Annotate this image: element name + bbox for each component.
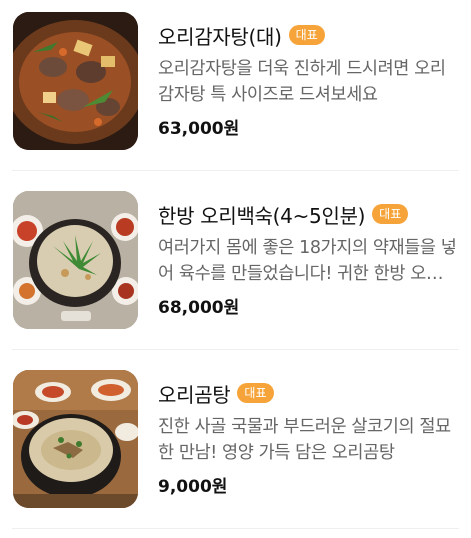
divider xyxy=(12,349,459,350)
duck-potato-stew-photo[interactable] xyxy=(13,12,138,150)
menu-item-info: 오리곰탕 대표 진한 사골 국물과 부드러운 살코기의 절묘한 만남! 영양 가… xyxy=(158,378,458,498)
menu-item[interactable]: 오리감자탕(대) 대표 오리감자탕을 더욱 진하게 드시려면 오리감자탕 특 사… xyxy=(0,0,471,178)
menu-item-name: 오리감자탕(대) xyxy=(158,24,282,49)
menu-item-price: 68,000원 xyxy=(158,298,240,318)
signature-badge: 대표 xyxy=(288,25,325,45)
menu-item-info: 한방 오리백숙(4~5인분) 대표 여러가지 몸에 좋은 18가지의 약재들을 … xyxy=(158,199,458,319)
duck-bone-soup-photo[interactable] xyxy=(13,370,138,508)
menu-item[interactable]: 오리곰탕 대표 진한 사골 국물과 부드러운 살코기의 절묘한 만남! 영양 가… xyxy=(0,358,471,536)
menu-item-info: 오리감자탕(대) 대표 오리감자탕을 더욱 진하게 드시려면 오리감자탕 특 사… xyxy=(158,20,458,140)
signature-badge: 대표 xyxy=(237,383,274,403)
menu-item-description: 진한 사골 국물과 부드러운 살코기의 절묘한 만남! 영양 가득 담은 오리곰… xyxy=(158,417,451,463)
menu-item-name: 한방 오리백숙(4~5인분) xyxy=(158,203,366,228)
menu-item-description: 여러가지 몸에 좋은 18가지의 약재들을 넣어 육수를 만들었습니다! 귀한 … xyxy=(158,238,458,284)
menu-item-description: 오리감자탕을 더욱 진하게 드시려면 오리감자탕 특 사이즈로 드셔보세요 xyxy=(158,59,446,105)
menu-item-price: 63,000원 xyxy=(158,119,240,139)
signature-badge: 대표 xyxy=(372,204,409,224)
menu-list: 오리감자탕(대) 대표 오리감자탕을 더욱 진하게 드시려면 오리감자탕 특 사… xyxy=(0,0,471,538)
divider xyxy=(12,170,459,171)
menu-item-name: 오리곰탕 xyxy=(158,382,231,407)
menu-item[interactable]: 한방 오리백숙(4~5인분) 대표 여러가지 몸에 좋은 18가지의 약재들을 … xyxy=(0,179,471,357)
divider xyxy=(12,528,459,529)
herbal-duck-soup-photo[interactable] xyxy=(13,191,138,329)
menu-item-price: 9,000원 xyxy=(158,477,228,497)
